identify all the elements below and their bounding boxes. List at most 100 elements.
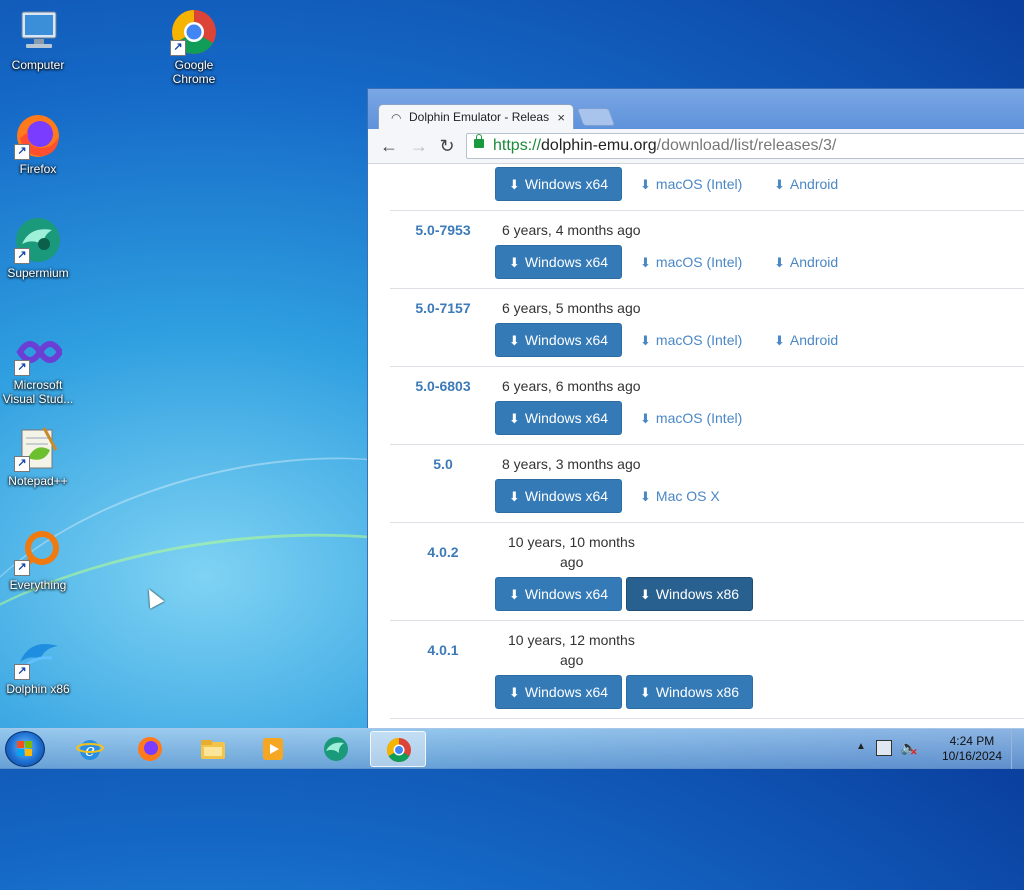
start-button[interactable] — [5, 731, 45, 767]
shortcut-arrow-icon: ↗ — [14, 456, 30, 472]
release-version-link[interactable]: 5.0-7953 — [393, 222, 493, 238]
taskbar-media-player[interactable] — [245, 731, 301, 767]
system-tray: ▲ 🔈 ✕ 4:24 PM 10/16/2024 — [854, 729, 1024, 769]
download-windows-x64-button[interactable]: ⬇ Windows x64 — [495, 577, 622, 611]
download-icon: ⬇ — [640, 489, 651, 504]
download-icon: ⬇ — [640, 411, 651, 426]
new-tab-button[interactable] — [576, 108, 616, 126]
download-macos-link[interactable]: ⬇ macOS (Intel) — [640, 401, 742, 436]
desktop-icon-label: Firefox — [19, 162, 57, 176]
download-windows-x64-button[interactable]: ⬇ Windows x64 — [495, 401, 622, 435]
download-windows-x64-button[interactable]: ⬇ Windows x64 — [495, 675, 622, 709]
download-icon: ⬇ — [774, 333, 785, 348]
shortcut-arrow-icon: ↗ — [14, 360, 30, 376]
release-age-continued: ago — [560, 652, 584, 668]
clock-time: 4:24 PM — [949, 734, 995, 748]
chrome-icon: ↗ — [170, 8, 218, 56]
download-macos-link[interactable]: ⬇ macOS (Intel) — [640, 323, 742, 358]
download-windows-x64-button[interactable]: ⬇ Windows x64 — [495, 323, 622, 357]
release-row: 4.0.2 10 years, 10 months ago ⬇ Windows x… — [390, 522, 1024, 621]
desktop-icon-label: Microsoft Visual Stud... — [2, 378, 74, 406]
download-icon: ⬇ — [639, 587, 651, 602]
download-icon: ⬇ — [508, 255, 520, 270]
taskbar-internet-explorer[interactable]: e — [62, 731, 118, 767]
download-icon: ⬇ — [508, 587, 520, 602]
download-android-link[interactable]: ⬇ Android — [774, 323, 838, 358]
back-arrow-icon[interactable]: ← — [378, 135, 400, 157]
download-macos-link[interactable]: ⬇ macOS (Intel) — [640, 245, 742, 280]
shortcut-arrow-icon: ↗ — [14, 664, 30, 680]
release-version-link[interactable]: 4.0.2 — [393, 544, 493, 560]
download-windows-x64-button[interactable]: ⬇ Windows x64 — [495, 479, 622, 513]
reload-icon[interactable]: ↻ — [436, 135, 458, 157]
shortcut-arrow-icon: ↗ — [170, 40, 186, 56]
desktop-icon-notepad-plus-plus[interactable]: ↗ Notepad++ — [0, 424, 76, 488]
dolphin-icon: ↗ — [14, 632, 62, 680]
download-icon: ⬇ — [774, 177, 785, 192]
desktop-icon-firefox[interactable]: ↗ Firefox — [0, 112, 76, 176]
download-windows-x86-button[interactable]: ⬇ Windows x86 — [626, 675, 753, 709]
tab-title: Dolphin Emulator - Releas — [409, 110, 550, 124]
show-hidden-icons-chevron-icon[interactable]: ▲ — [856, 741, 866, 752]
supermium-icon: ↗ — [14, 216, 62, 264]
everything-search-icon: ↗ — [14, 528, 62, 576]
desktop-icon-visual-studio[interactable]: ↗ Microsoft Visual Stud... — [0, 328, 76, 406]
download-android-link[interactable]: ⬇ Android — [774, 167, 838, 202]
download-icon: ⬇ — [639, 685, 651, 700]
tab-strip: ◠ Dolphin Emulator - Releas × — [368, 89, 1024, 130]
download-mac-os-x-link[interactable]: ⬇ Mac OS X — [640, 479, 720, 514]
download-windows-x86-button[interactable]: ⬇ Windows x86 — [626, 577, 753, 611]
tab-close-icon[interactable]: × — [557, 110, 565, 125]
download-icon: ⬇ — [640, 177, 651, 192]
url-host: dolphin-emu.org — [541, 137, 657, 154]
desktop-icon-label: Computer — [11, 58, 65, 72]
release-version-link[interactable]: 4.0.1 — [393, 642, 493, 658]
firefox-icon: ↗ — [14, 112, 62, 160]
download-icon: ⬇ — [640, 333, 651, 348]
release-version-link[interactable]: 5.0-6803 — [393, 378, 493, 394]
url-path: /download/list/releases/3/ — [656, 137, 837, 154]
release-age: 6 years, 6 months ago — [502, 378, 641, 394]
desktop-icon-google-chrome[interactable]: ↗ Google Chrome — [156, 8, 232, 86]
firefox-icon — [138, 737, 162, 761]
chrome-icon — [386, 738, 411, 763]
release-age: 10 years, 10 months — [508, 534, 635, 550]
taskbar-supermium[interactable] — [308, 731, 364, 767]
mute-x-icon: ✕ — [910, 747, 918, 757]
internet-explorer-icon: e — [76, 740, 104, 761]
taskbar-chrome[interactable] — [370, 731, 426, 767]
release-row: 4.0.1 10 years, 12 months ago ⬇ Windows x… — [390, 620, 1024, 719]
release-row: 5.0-7953 6 years, 4 months ago ⬇ Windows … — [390, 210, 1024, 289]
forward-arrow-icon[interactable]: → — [408, 135, 430, 157]
desktop-icon-label: Google Chrome — [172, 58, 216, 86]
browser-toolbar: ← → ↻ https://dolphin-emu.org/download/l… — [368, 129, 1024, 164]
download-windows-x64-button[interactable]: ⬇ Windows x64 — [495, 245, 622, 279]
release-version-link[interactable]: 5.0-7157 — [393, 300, 493, 316]
release-row: 5.0-6803 6 years, 6 months ago ⬇ Windows … — [390, 366, 1024, 445]
download-android-link[interactable]: ⬇ Android — [774, 245, 838, 280]
shortcut-arrow-icon: ↗ — [14, 248, 30, 264]
show-desktop-button[interactable] — [1011, 729, 1024, 769]
clock[interactable]: 4:24 PM 10/16/2024 — [942, 734, 1002, 764]
release-age: 6 years, 5 months ago — [502, 300, 641, 316]
taskbar-firefox[interactable] — [122, 731, 178, 767]
tab-dolphin-releases[interactable]: ◠ Dolphin Emulator - Releas × — [378, 104, 574, 130]
page-content: ⬇ Windows x64 ⬇ macOS (Intel) ⬇ Android 5.0… — [368, 164, 1024, 729]
desktop-icon-supermium[interactable]: ↗ Supermium — [0, 216, 76, 280]
address-bar[interactable]: https://dolphin-emu.org/download/list/re… — [466, 133, 1024, 159]
desktop-icon-label: Dolphin x86 — [6, 682, 70, 696]
download-windows-x64-button[interactable]: ⬇ Windows x64 — [495, 167, 622, 201]
taskbar-file-explorer[interactable] — [185, 731, 241, 767]
desktop-icon-dolphin-x86[interactable]: ↗ Dolphin x86 — [0, 632, 76, 696]
visual-studio-icon: ↗ — [14, 328, 64, 376]
desktop-icon-everything[interactable]: ↗ Everything — [0, 528, 76, 592]
shortcut-arrow-icon: ↗ — [14, 144, 30, 160]
windows-logo-icon — [17, 741, 33, 757]
download-macos-link[interactable]: ⬇ macOS (Intel) — [640, 167, 742, 202]
desktop-icon-computer[interactable]: Computer — [0, 8, 76, 72]
download-icon: ⬇ — [508, 411, 520, 426]
taskbar: e ▲ 🔈 ✕ 4:24 PM 10/16/2024 — [0, 728, 1024, 769]
release-age-continued: ago — [560, 554, 584, 570]
release-version-link[interactable]: 5.0 — [393, 456, 493, 472]
network-icon[interactable] — [876, 740, 892, 756]
